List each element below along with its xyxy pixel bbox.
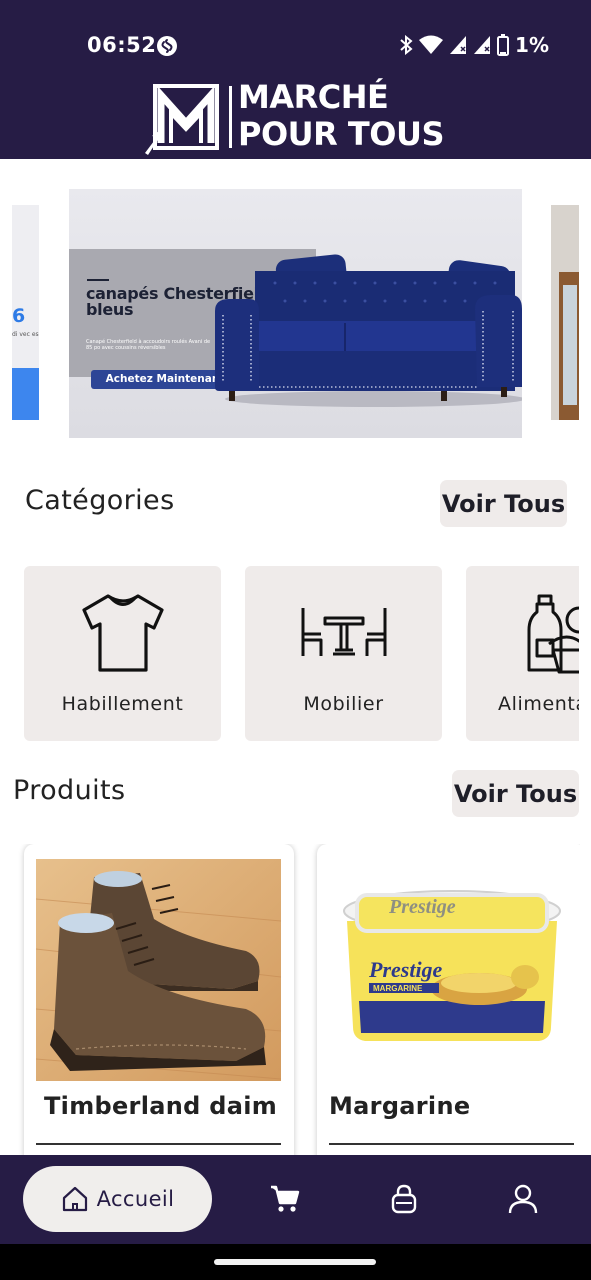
banner-subtitle: Canapé Chesterfield à accoudoirs roulés …: [86, 339, 211, 351]
user-icon[interactable]: [507, 1183, 539, 1215]
groceries-icon: [527, 594, 579, 674]
peek-number: 6: [12, 305, 26, 327]
logo-mark-icon: [145, 84, 219, 155]
wifi-icon: [419, 35, 444, 54]
category-label: Habillement: [61, 693, 184, 715]
brand-text: Prestige: [368, 957, 443, 982]
category-card-furniture[interactable]: Mobilier: [245, 566, 442, 741]
product-divider: [329, 1143, 574, 1145]
product-card[interactable]: Timberland daim: [24, 844, 294, 1156]
nav-home-label: Accueil: [96, 1187, 175, 1211]
categories-title: Catégories: [25, 485, 175, 516]
lid-brand-text: Prestige: [388, 896, 456, 918]
category-label: Alimentation: [498, 693, 579, 715]
product-name: Timberland daim: [44, 1092, 278, 1120]
product-divider: [36, 1143, 281, 1145]
battery-percent: 1%: [515, 33, 549, 57]
products-title: Produits: [13, 775, 126, 806]
margarine-tub-image: Prestige MARGARINE Prestige: [329, 859, 574, 1081]
product-card[interactable]: Prestige MARGARINE Prestige Margarine: [317, 844, 580, 1156]
boots-image: [36, 859, 281, 1081]
products-see-all-button[interactable]: Voir Tous: [452, 770, 579, 817]
bottom-navigation: Accueil: [0, 1155, 591, 1244]
nav-home-button[interactable]: Accueil: [23, 1166, 212, 1232]
home-icon: [62, 1186, 87, 1212]
product-image-margarine: Prestige MARGARINE Prestige: [329, 859, 574, 1081]
peek-blue-block: [12, 368, 39, 420]
battery-icon: [497, 34, 510, 56]
bag-icon[interactable]: [388, 1183, 420, 1215]
promo-banner[interactable]: canapés Chesterfield bleus Canapé Cheste…: [69, 189, 522, 438]
table-chairs-icon: [301, 608, 386, 656]
products-list: Timberland daim Prestige MARGARINE Prest…: [0, 844, 580, 1156]
app-header: 06:52 1% MARCHÉ POUR TOUS: [0, 0, 591, 159]
signal-icon: [450, 36, 467, 54]
bluetooth-icon: [400, 35, 413, 55]
carousel-prev-slide[interactable]: 6 di vec es: [12, 205, 39, 420]
logo-divider: [229, 86, 232, 148]
categories-list: Habillement Mobilier Aliment: [0, 566, 579, 742]
status-bar: 06:52 1%: [0, 0, 591, 90]
signal-icon: [474, 36, 491, 54]
peek-text: di vec es: [12, 331, 39, 338]
carousel-next-slide[interactable]: [551, 205, 579, 420]
logo-line-2: POUR TOUS: [238, 115, 444, 153]
shazam-icon: [157, 36, 177, 56]
peek-shelf-inner: [563, 285, 577, 405]
promo-carousel[interactable]: 6 di vec es canapés Chesterfield bleus C…: [0, 159, 591, 459]
product-name: Margarine: [329, 1092, 471, 1120]
logo-text: MARCHÉ POUR TOUS: [238, 79, 444, 153]
category-card-clothing[interactable]: Habillement: [24, 566, 221, 741]
category-label: Mobilier: [303, 693, 384, 715]
sofa-image: [215, 254, 522, 407]
brand-subtext: MARGARINE: [373, 984, 423, 993]
categories-see-all-button[interactable]: Voir Tous: [440, 480, 567, 527]
logo-line-1: MARCHÉ: [238, 78, 389, 116]
brand-logo[interactable]: MARCHÉ POUR TOUS: [143, 79, 453, 156]
cart-icon[interactable]: [269, 1183, 301, 1215]
system-gesture-bar: [0, 1244, 591, 1280]
banner-dash: [87, 279, 109, 281]
gesture-handle[interactable]: [214, 1259, 376, 1265]
status-time: 06:52: [87, 33, 157, 57]
status-icons: 1%: [399, 33, 549, 57]
product-image-boots: [36, 859, 281, 1081]
tshirt-icon: [81, 594, 164, 672]
category-card-food[interactable]: Alimentation: [466, 566, 579, 741]
